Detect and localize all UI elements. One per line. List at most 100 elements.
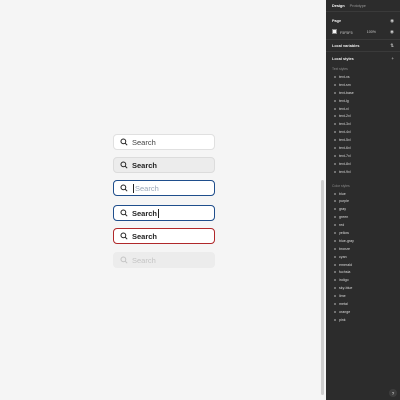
variables-icon[interactable]: ⇅ [390, 43, 394, 49]
local-styles-label: Local styles [332, 56, 354, 61]
design-canvas[interactable]: Search Search Search Search Search Searc… [0, 0, 326, 400]
text-style-item[interactable]: text-2xl [326, 112, 400, 120]
style-bullet-icon [334, 91, 336, 94]
color-style-item[interactable]: orange [326, 308, 400, 316]
panel-tabs: Design Prototype [326, 0, 400, 12]
text-style-item[interactable]: text-xs [326, 73, 400, 81]
search-input-filled[interactable]: Search [113, 157, 215, 173]
text-style-label: text-3xl [339, 122, 351, 127]
style-bullet-icon [334, 263, 336, 266]
style-bullet-icon [334, 170, 336, 173]
text-style-item[interactable]: text-5xl [326, 136, 400, 144]
style-bullet-icon [334, 146, 336, 149]
color-style-item[interactable]: gray [326, 205, 400, 213]
page-section-title: Page [332, 19, 342, 23]
text-style-item[interactable]: text-7xl [326, 152, 400, 160]
search-input-default[interactable]: Search [113, 134, 215, 150]
color-style-item[interactable]: cyan [326, 253, 400, 261]
color-style-label: fuchsia [339, 270, 351, 275]
color-style-label: gray [339, 207, 346, 212]
properties-panel: Design Prototype Page ◉ F5F5F5 100% ◉ Lo… [326, 0, 400, 400]
color-style-item[interactable]: bronze [326, 245, 400, 253]
style-bullet-icon [334, 318, 336, 321]
color-style-label: purple [339, 199, 349, 204]
tab-prototype[interactable]: Prototype [350, 4, 366, 8]
search-input-focus[interactable]: Search [113, 180, 215, 196]
text-style-item[interactable]: text-lg [326, 97, 400, 105]
color-style-label: red [339, 223, 345, 228]
color-style-item[interactable]: pink [326, 316, 400, 324]
color-style-label: blue [339, 191, 346, 196]
text-style-item[interactable]: text-xl [326, 105, 400, 113]
color-style-item[interactable]: sky-blue [326, 284, 400, 292]
style-bullet-icon [334, 302, 336, 305]
color-style-item[interactable]: emerald [326, 261, 400, 269]
text-style-item[interactable]: text-8xl [326, 160, 400, 168]
style-bullet-icon [334, 131, 336, 134]
color-style-label: green [339, 215, 349, 220]
style-bullet-icon [334, 247, 336, 250]
tab-design[interactable]: Design [332, 4, 345, 8]
color-style-item[interactable]: red [326, 221, 400, 229]
page-opacity[interactable]: 100% [367, 30, 376, 34]
style-bullet-icon [334, 200, 336, 203]
color-style-label: yellow [339, 230, 349, 235]
style-bullet-icon [334, 115, 336, 118]
color-style-item[interactable]: blue-gray [326, 237, 400, 245]
style-bullet-icon [334, 99, 336, 102]
help-button[interactable]: ? [389, 389, 397, 397]
add-style-icon[interactable]: + [391, 56, 394, 61]
style-bullet-icon [334, 75, 336, 78]
search-icon [120, 161, 128, 169]
text-style-label: text-2xl [339, 114, 351, 119]
search-input-typing[interactable]: Search [113, 205, 215, 221]
text-style-item[interactable]: text-4xl [326, 128, 400, 136]
search-input-text: Search [132, 255, 156, 265]
text-style-label: text-xs [339, 74, 350, 79]
style-bullet-icon [334, 216, 336, 219]
eye-toggle-icon[interactable]: ◉ [390, 18, 394, 24]
color-style-item[interactable]: yellow [326, 229, 400, 237]
text-styles-label: Text styles [332, 67, 348, 71]
local-styles-header: Local styles + [326, 52, 400, 65]
text-style-item[interactable]: text-3xl [326, 120, 400, 128]
style-bullet-icon [334, 139, 336, 142]
search-input-error[interactable]: Search [113, 228, 215, 244]
color-style-item[interactable]: purple [326, 197, 400, 205]
color-styles-list: blue purple gray green red yellow blue-gray bro… [326, 190, 400, 324]
visibility-icon[interactable]: ◉ [390, 29, 394, 35]
color-style-item[interactable]: indigo [326, 276, 400, 284]
style-bullet-icon [334, 83, 336, 86]
color-style-item[interactable]: lime [326, 292, 400, 300]
page-color-field[interactable]: F5F5F5 [332, 29, 353, 35]
style-bullet-icon [334, 295, 336, 298]
color-style-label: lime [339, 294, 346, 299]
style-bullet-icon [334, 310, 336, 313]
style-bullet-icon [334, 279, 336, 282]
color-style-label: bronze [339, 246, 350, 251]
search-icon [120, 138, 128, 146]
style-bullet-icon [334, 287, 336, 290]
search-icon [120, 232, 128, 240]
text-style-item[interactable]: text-9xl [326, 168, 400, 176]
text-caret [158, 208, 160, 218]
color-style-label: pink [339, 317, 346, 322]
style-bullet-icon [334, 271, 336, 274]
color-style-item[interactable]: blue [326, 190, 400, 198]
text-style-item[interactable]: text-6xl [326, 144, 400, 152]
canvas-scrollbar[interactable] [321, 180, 324, 395]
color-style-item[interactable]: fuchsia [326, 268, 400, 276]
color-style-item[interactable]: metal [326, 300, 400, 308]
text-style-label: text-8xl [339, 161, 351, 166]
color-style-label: emerald [339, 262, 352, 267]
text-style-item[interactable]: text-base [326, 89, 400, 97]
search-input-disabled: Search [113, 252, 215, 268]
local-variables-section[interactable]: Local variables ⇅ [326, 40, 400, 52]
style-bullet-icon [334, 208, 336, 211]
style-bullet-icon [334, 162, 336, 165]
color-swatch[interactable] [332, 29, 337, 34]
search-input-text: Search [132, 231, 158, 241]
text-style-item[interactable]: text-sm [326, 81, 400, 89]
style-bullet-icon [334, 107, 336, 110]
color-style-item[interactable]: green [326, 213, 400, 221]
